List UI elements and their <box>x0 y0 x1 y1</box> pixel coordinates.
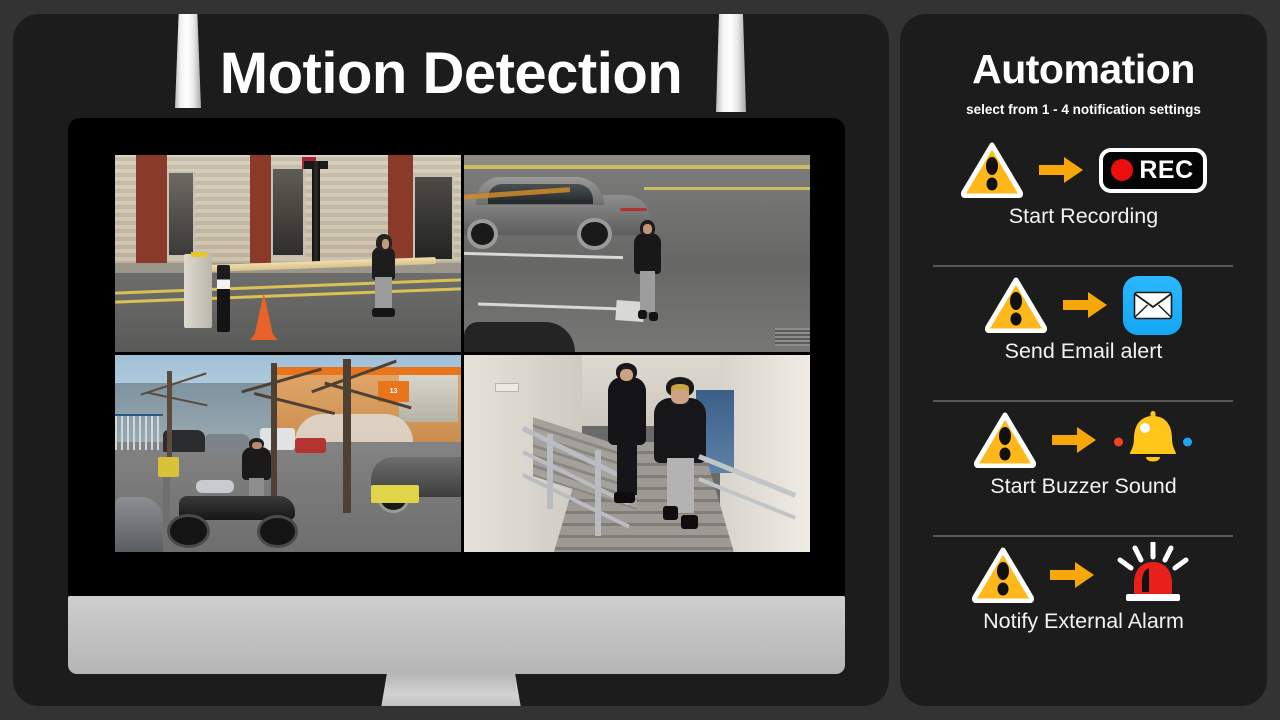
motion-detection-panel: Motion Detection 13 <box>13 14 889 706</box>
siren-glyph-icon <box>1117 542 1188 601</box>
siren-light-icon <box>1110 542 1196 608</box>
detected-person-cam2 <box>630 220 665 322</box>
automation-row-send-email-alert[interactable]: Send Email alert <box>900 267 1267 402</box>
automation-row-label: Start Buzzer Sound <box>990 474 1177 498</box>
video-grid: 13 <box>115 155 810 552</box>
automation-row-start-buzzer-sound[interactable]: Start Buzzer Sound <box>900 402 1267 537</box>
automation-row-start-recording[interactable]: REC Start Recording <box>900 132 1267 267</box>
arrow-right-icon <box>1063 292 1107 318</box>
parked-motorcycle-cam3 <box>166 477 312 549</box>
automation-title: Automation <box>972 46 1195 92</box>
camera-feed-4[interactable] <box>464 355 810 552</box>
arrow-right-icon <box>1049 562 1094 588</box>
camera-feed-1[interactable] <box>115 155 461 352</box>
rec-badge-icon: REC <box>1098 147 1207 193</box>
email-envelope-icon <box>1123 275 1182 335</box>
parked-car-cam2 <box>464 176 651 251</box>
warning-triangle-icon <box>960 142 1023 198</box>
rec-dot-icon <box>1111 159 1134 181</box>
automation-subtitle: select from 1 - 4 notification settings <box>966 102 1201 117</box>
monitor: 13 <box>56 106 846 706</box>
screenshot-root: Motion Detection 13 Automation select fr… <box>0 0 1280 720</box>
bell-glyph-icon <box>1113 411 1192 462</box>
automation-row-label: Start Recording <box>1008 204 1159 228</box>
detected-person-cam4-left <box>606 362 648 505</box>
page-title: Motion Detection <box>219 41 683 106</box>
arrow-right-icon <box>1051 427 1096 453</box>
automation-row-notify-external-alarm[interactable]: Notify External Alarm <box>900 537 1267 672</box>
camera-feed-2[interactable] <box>464 155 810 352</box>
warning-triangle-icon <box>973 412 1036 468</box>
monitor-screen: 13 <box>68 118 845 596</box>
automation-list: REC Start Recording Send Email alert Sta… <box>900 132 1267 672</box>
arrow-right-icon <box>1038 157 1083 183</box>
automation-row-label: Notify External Alarm <box>983 609 1184 633</box>
camera-feed-3[interactable]: 13 <box>115 355 461 552</box>
automation-panel: Automation select from 1 - 4 notificatio… <box>900 14 1267 706</box>
bell-icon <box>1112 410 1194 470</box>
detected-person-cam1 <box>364 233 402 321</box>
monitor-stand-neck <box>378 674 524 706</box>
warning-triangle-icon <box>971 547 1034 603</box>
rec-label: REC <box>1139 155 1194 184</box>
warning-triangle-icon <box>985 277 1047 333</box>
envelope-glyph-icon <box>1133 291 1172 319</box>
monitor-chin <box>68 596 845 674</box>
automation-row-label: Send Email alert <box>1004 339 1163 363</box>
detected-person-cam4-right <box>654 376 707 531</box>
